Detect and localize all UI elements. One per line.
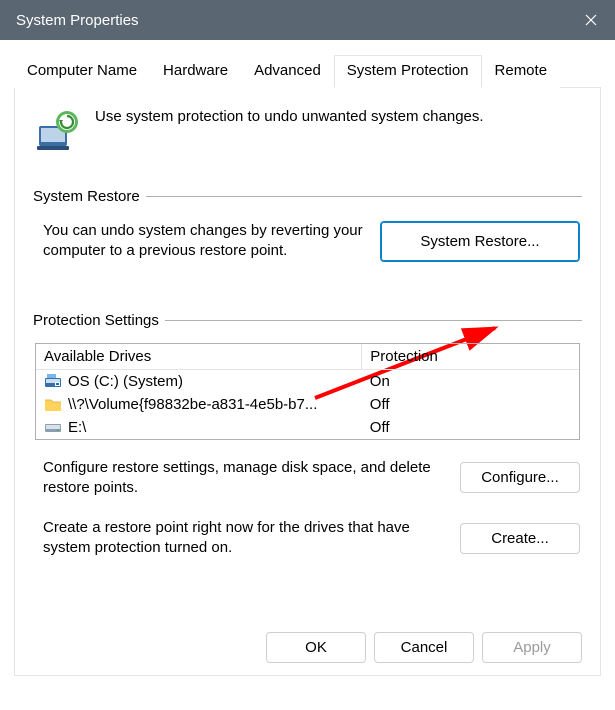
tab-label: Computer Name <box>27 62 137 79</box>
create-desc: Create a restore point right now for the… <box>43 518 446 559</box>
button-label: Create... <box>491 530 549 547</box>
tab-label: Advanced <box>254 62 321 79</box>
button-label: OK <box>305 639 327 656</box>
table-row[interactable]: OS (C:) (System) On <box>36 369 579 393</box>
close-button[interactable] <box>567 0 615 40</box>
table-row[interactable]: E:\ Off <box>36 416 579 439</box>
intro-row: Use system protection to undo unwanted s… <box>33 106 582 154</box>
titlebar: System Properties <box>0 0 615 40</box>
close-icon <box>585 14 597 26</box>
drive-name: \\?\Volume{f98832be-a831-4e5b-b7... <box>68 396 317 413</box>
tabpanel-system-protection: Use system protection to undo unwanted s… <box>14 88 601 676</box>
os-drive-icon <box>44 373 62 389</box>
tab-label: Remote <box>495 62 548 79</box>
drive-name: OS (C:) (System) <box>68 373 183 390</box>
tab-label: Hardware <box>163 62 228 79</box>
drive-name: E:\ <box>68 419 86 436</box>
dialog-footer: OK Cancel Apply <box>266 632 582 663</box>
drive-protection: Off <box>362 393 579 416</box>
button-label: Cancel <box>401 639 448 656</box>
group-protection-settings: Protection Settings Available Drives Pro… <box>33 312 582 577</box>
col-protection[interactable]: Protection <box>362 344 579 370</box>
drive-protection: Off <box>362 416 579 439</box>
window-title: System Properties <box>16 12 139 29</box>
tab-remote[interactable]: Remote <box>482 55 561 88</box>
legend-system-restore: System Restore <box>33 188 140 205</box>
col-available-drives[interactable]: Available Drives <box>36 344 362 370</box>
drive-protection: On <box>362 369 579 393</box>
tab-advanced[interactable]: Advanced <box>241 55 334 88</box>
folder-icon <box>44 396 62 412</box>
table-row[interactable]: \\?\Volume{f98832be-a831-4e5b-b7... Off <box>36 393 579 416</box>
button-label: Apply <box>513 639 551 656</box>
system-properties-window: System Properties Computer Name Hardware… <box>0 0 615 710</box>
intro-text: Use system protection to undo unwanted s… <box>95 106 484 125</box>
drives-table: Available Drives Protection <box>35 343 580 440</box>
configure-button[interactable]: Configure... <box>460 462 580 493</box>
local-drive-icon <box>44 419 62 435</box>
create-button[interactable]: Create... <box>460 523 580 554</box>
cancel-button[interactable]: Cancel <box>374 632 474 663</box>
system-restore-desc: You can undo system changes by reverting… <box>43 221 366 262</box>
system-restore-button[interactable]: System Restore... <box>380 221 580 262</box>
tab-label: System Protection <box>347 62 469 79</box>
system-restore-shield-icon <box>33 106 81 154</box>
tab-hardware[interactable]: Hardware <box>150 55 241 88</box>
button-label: Configure... <box>481 469 559 486</box>
tab-computer-name[interactable]: Computer Name <box>14 55 150 88</box>
legend-protection-settings: Protection Settings <box>33 312 159 329</box>
tab-system-protection[interactable]: System Protection <box>334 55 482 88</box>
tab-strip: Computer Name Hardware Advanced System P… <box>14 54 601 88</box>
group-system-restore: System Restore You can undo system chang… <box>33 188 582 262</box>
apply-button[interactable]: Apply <box>482 632 582 663</box>
content-area: Computer Name Hardware Advanced System P… <box>0 40 615 676</box>
button-label: System Restore... <box>420 233 539 250</box>
ok-button[interactable]: OK <box>266 632 366 663</box>
configure-desc: Configure restore settings, manage disk … <box>43 458 446 499</box>
